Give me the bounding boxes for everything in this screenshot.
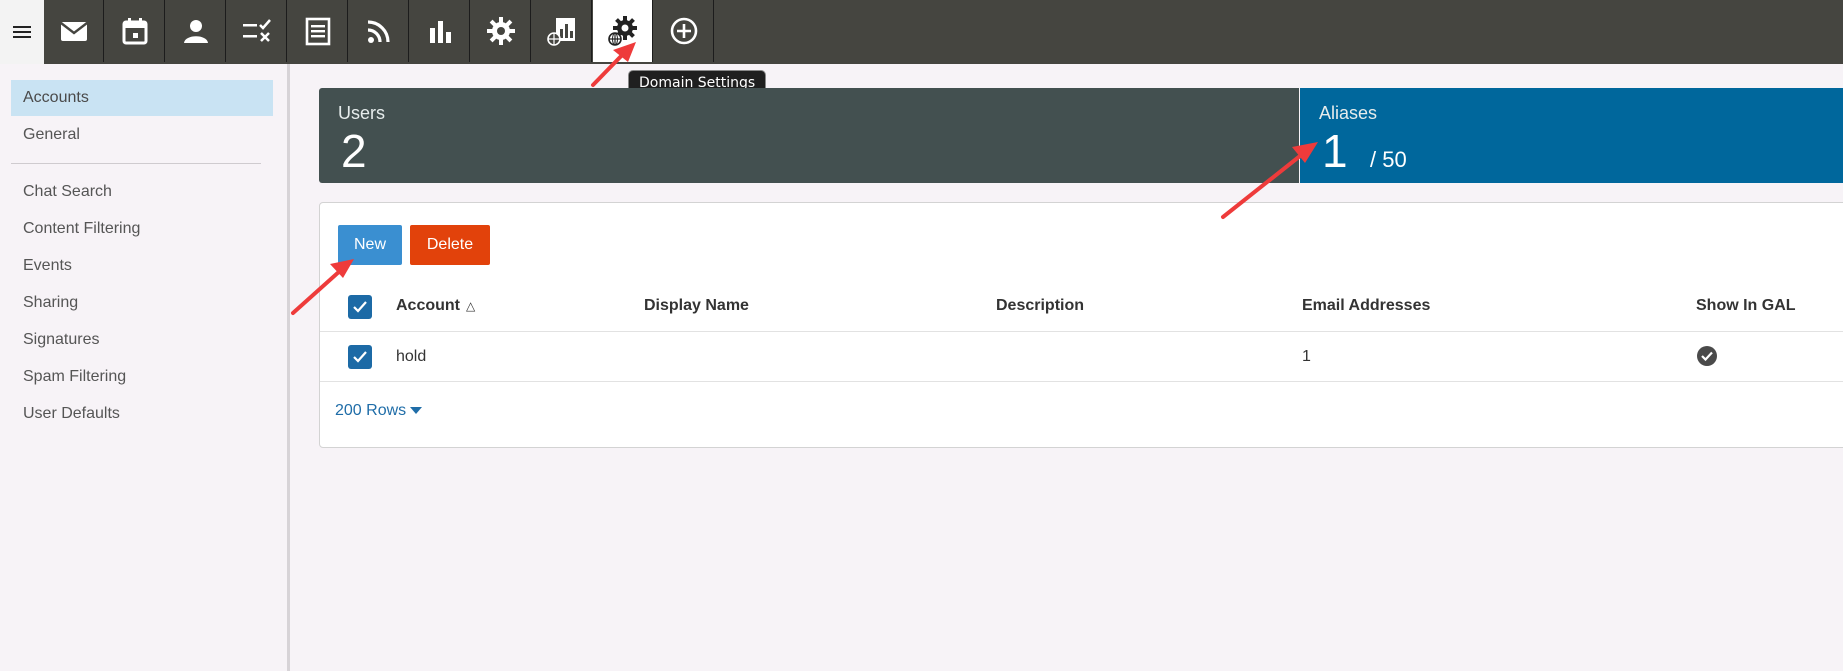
top-toolbar (0, 0, 1843, 64)
sort-ascending-icon: △ (466, 299, 476, 313)
calendar-button[interactable] (105, 0, 165, 62)
sidebar-item-user-defaults[interactable]: User Defaults (11, 396, 273, 432)
column-header-description[interactable]: Description (996, 297, 1084, 315)
caret-down-icon (410, 407, 423, 415)
reports-icon (429, 21, 451, 43)
sidebar-divider (11, 163, 261, 164)
aliases-stat-value: 1 (1322, 125, 1348, 177)
add-button[interactable] (654, 0, 714, 62)
users-stat-value: 2 (341, 125, 367, 177)
column-header-display-name[interactable]: Display Name (644, 297, 749, 315)
aliases-stat-label: Aliases (1319, 103, 1378, 123)
domain-settings-icon (607, 16, 637, 46)
aliases-stat-card: Aliases 1 / 50 (1300, 88, 1843, 183)
rss-icon (367, 20, 390, 43)
new-button[interactable]: New (338, 225, 402, 265)
column-header-account-label: Account (396, 297, 460, 314)
calendar-icon (122, 18, 147, 45)
sidebar-item-events[interactable]: Events (11, 248, 273, 284)
sidebar-item-general[interactable]: General (11, 117, 273, 153)
check-icon (353, 301, 367, 313)
domain-reports-button[interactable] (532, 0, 592, 62)
domain-settings-button[interactable] (593, 0, 653, 62)
contacts-button[interactable] (166, 0, 226, 62)
cell-account[interactable]: hold (396, 348, 426, 366)
column-header-show-in-gal[interactable]: Show In GAL (1696, 297, 1796, 315)
check-icon (353, 351, 367, 363)
sidebar-item-accounts[interactable]: Accounts (11, 80, 273, 116)
notes-icon (305, 17, 330, 46)
users-stat-card: Users 2 (319, 88, 1299, 183)
users-stat-label: Users (338, 103, 386, 123)
settings-icon (486, 17, 515, 45)
domain-reports-icon (546, 18, 575, 46)
header-divider (320, 331, 1843, 332)
row-checkbox[interactable] (348, 345, 372, 369)
rss-button[interactable] (349, 0, 409, 62)
notes-button[interactable] (288, 0, 348, 62)
sidebar-item-content-filtering[interactable]: Content Filtering (11, 211, 273, 247)
rows-per-page-dropdown[interactable]: 200 Rows (335, 402, 423, 420)
row-divider (320, 381, 1843, 382)
tasks-button[interactable] (227, 0, 287, 62)
sidebar-item-signatures[interactable]: Signatures (11, 322, 273, 358)
sidebar-item-chat-search[interactable]: Chat Search (11, 174, 273, 210)
tasks-icon (242, 19, 271, 42)
aliases-stat-max: / 50 (1370, 147, 1407, 172)
cell-email-addresses: 1 (1302, 348, 1311, 365)
contacts-icon (183, 20, 208, 43)
sidebar: Accounts General Chat Search Content Fil… (0, 64, 290, 671)
reports-button[interactable] (410, 0, 470, 62)
settings-button[interactable] (471, 0, 531, 62)
accounts-panel: New Delete Account △ Display Name Descrip… (319, 202, 1843, 448)
select-all-checkbox[interactable] (348, 295, 372, 319)
sidebar-item-spam-filtering[interactable]: Spam Filtering (11, 359, 273, 395)
column-header-email-addresses[interactable]: Email Addresses (1302, 297, 1430, 315)
hamburger-icon (13, 26, 31, 38)
hamburger-menu-button[interactable] (0, 0, 44, 64)
column-header-account[interactable]: Account △ (396, 297, 475, 315)
add-icon (670, 17, 697, 45)
delete-button[interactable]: Delete (410, 225, 490, 265)
show-in-gal-check-icon (1697, 346, 1717, 366)
sidebar-item-sharing[interactable]: Sharing (11, 285, 273, 321)
mail-button[interactable] (44, 0, 104, 62)
mail-icon (59, 22, 88, 41)
rows-per-page-label: 200 Rows (335, 402, 407, 419)
